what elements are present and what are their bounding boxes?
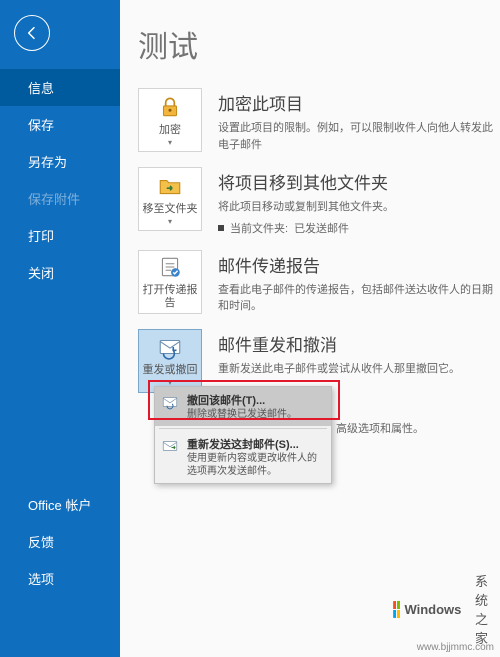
dropdown-item-title: 重新发送这封邮件(S)... (187, 436, 323, 452)
chevron-down-icon: ▾ (168, 217, 172, 227)
lock-icon (156, 93, 184, 121)
sidebar-item-options[interactable]: 选项 (0, 560, 120, 597)
current-folder-value: 已发送邮件 (294, 220, 349, 236)
tile-encrypt[interactable]: 加密 ▾ (138, 88, 202, 152)
dropdown-item-desc: 使用更新内容或更改收件人的选项再次发送邮件。 (187, 452, 323, 478)
section-desc: 查看此电子邮件的传递报告，包括邮件送达收件人的日期和时间。 (218, 282, 500, 315)
arrow-left-icon (24, 25, 40, 41)
page-title: 测试 (138, 22, 500, 66)
sidebar-item-label: 反馈 (28, 535, 54, 550)
sidebar-item-saveas[interactable]: 另存为 (0, 143, 120, 180)
section-desc: 设置此项目的限制。例如，可以限制收件人向他人转发此电子邮件 (218, 120, 500, 153)
section-title: 邮件传递报告 (218, 252, 500, 277)
sidebar-item-label: 信息 (28, 81, 54, 96)
properties-desc-fragment: 高级选项和属性。 (336, 420, 424, 436)
sidebar-item-info[interactable]: 信息 (0, 69, 120, 106)
sidebar-item-label: 保存 (28, 118, 54, 133)
section-desc: 将此项目移动或复制到其他文件夹。 (218, 199, 500, 216)
dropdown-separator (159, 428, 327, 429)
sidebar-item-print[interactable]: 打印 (0, 217, 120, 254)
tile-resend-recall[interactable]: 重发或撤回 ▾ (138, 329, 202, 393)
sidebar-item-save-attachments: 保存附件 (0, 180, 120, 217)
watermark: Windows 系统之家 www.bjjmmc.com (417, 641, 494, 653)
section-title: 加密此项目 (218, 90, 500, 115)
watermark-suffix: 系统之家 (465, 571, 488, 647)
section-title: 邮件重发和撤消 (218, 331, 500, 356)
sidebar-item-label: 另存为 (28, 155, 67, 170)
envelope-recall-icon (156, 333, 184, 361)
section-encrypt: 加密 ▾ 加密此项目 设置此项目的限制。例如，可以限制收件人向他人转发此电子邮件 (138, 88, 500, 153)
dropdown-item-desc: 删除或替换已发送邮件。 (187, 408, 297, 421)
dropdown-item-recall[interactable]: 撤回该邮件(T)... 删除或替换已发送邮件。 (155, 387, 331, 426)
report-icon (156, 253, 184, 281)
sidebar-item-feedback[interactable]: 反馈 (0, 523, 120, 560)
recall-icon (161, 393, 179, 411)
sidebar-bottom-group: Office 帐户 反馈 选项 (0, 486, 120, 597)
back-button[interactable] (14, 15, 50, 51)
dropdown-item-title: 撤回该邮件(T)... (187, 392, 297, 408)
sidebar-item-account[interactable]: Office 帐户 (0, 486, 120, 523)
current-folder-label: 当前文件夹: (230, 220, 288, 236)
sidebar-item-label: 关闭 (28, 266, 54, 281)
sidebar-item-label: 保存附件 (28, 192, 80, 207)
tile-move-folder[interactable]: 移至文件夹 ▾ (138, 167, 202, 231)
backstage-sidebar: 信息 保存 另存为 保存附件 打印 关闭 Office 帐户 反馈 选项 (0, 0, 120, 657)
chevron-down-icon: ▾ (168, 138, 172, 148)
bullet-icon (218, 225, 224, 231)
sidebar-item-label: 打印 (28, 229, 54, 244)
watermark-brand: Windows (404, 602, 461, 617)
section-delivery-report: 打开传递报告 邮件传递报告 查看此电子邮件的传递报告，包括邮件送达收件人的日期和… (138, 250, 500, 315)
tile-label: 加密 (157, 124, 183, 137)
dropdown-item-resend[interactable]: 重新发送这封邮件(S)... 使用更新内容或更改收件人的选项再次发送邮件。 (155, 431, 331, 483)
tile-label: 重发或撤回 (141, 364, 200, 377)
tile-label: 移至文件夹 (141, 203, 200, 216)
section-resend-recall: 重发或撤回 ▾ 邮件重发和撤消 重新发送此电子邮件或尝试从收件人那里撤回它。 (138, 329, 500, 393)
sidebar-item-close[interactable]: 关闭 (0, 254, 120, 291)
resend-icon (161, 437, 179, 455)
current-folder-row: 当前文件夹: 已发送邮件 (218, 220, 500, 236)
section-move: 移至文件夹 ▾ 将项目移到其他文件夹 将此项目移动或复制到其他文件夹。 当前文件… (138, 167, 500, 236)
section-desc: 重新发送此电子邮件或尝试从收件人那里撤回它。 (218, 361, 500, 378)
resend-recall-dropdown: 撤回该邮件(T)... 删除或替换已发送邮件。 重新发送这封邮件(S)... 使… (154, 386, 332, 484)
sidebar-item-label: Office 帐户 (28, 498, 91, 513)
tile-delivery-report[interactable]: 打开传递报告 (138, 250, 202, 314)
main-content: 测试 加密 ▾ 加密此项目 设置此项目的限制。例如，可以限制收件人向他人转发此电… (120, 0, 500, 657)
windows-logo-icon (393, 600, 400, 617)
folder-move-icon (156, 172, 184, 200)
tile-label: 打开传递报告 (139, 284, 201, 310)
sidebar-item-label: 选项 (28, 572, 54, 587)
section-title: 将项目移到其他文件夹 (218, 169, 500, 194)
sidebar-item-save[interactable]: 保存 (0, 106, 120, 143)
